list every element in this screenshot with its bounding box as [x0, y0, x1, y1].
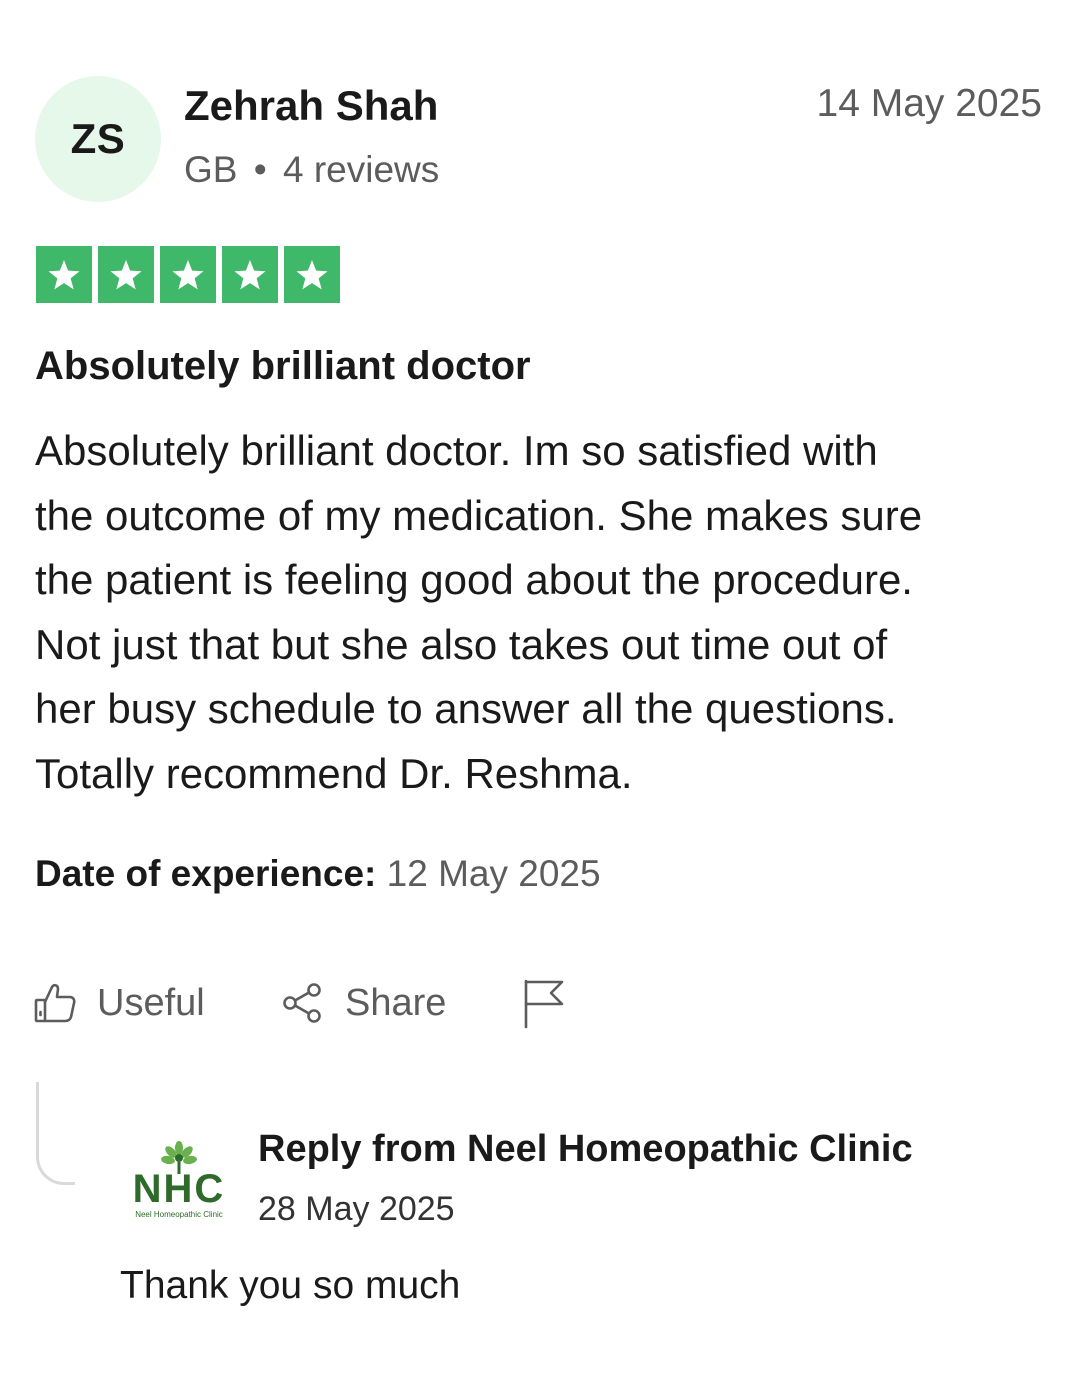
- thumbs-up-icon: [33, 981, 77, 1025]
- star-icon: [160, 246, 216, 303]
- reviewer-country: GB: [184, 149, 238, 190]
- reply-date: 28 May 2025: [258, 1190, 455, 1228]
- company-logo: NHC Neel Homeopathic Clinic: [120, 1138, 238, 1222]
- useful-label: Useful: [97, 981, 205, 1024]
- review-body: Absolutely brilliant doctor. Im so satis…: [35, 419, 1045, 806]
- report-button[interactable]: [521, 975, 565, 1031]
- review-actions: Useful Share: [33, 975, 593, 1031]
- share-button[interactable]: Share: [281, 975, 446, 1031]
- logo-letters: NHC: [133, 1167, 226, 1211]
- review-body-line: her busy schedule to answer all the ques…: [35, 685, 897, 732]
- review-body-line: Absolutely brilliant doctor. Im so satis…: [35, 427, 878, 474]
- review-body-line: Not just that but she also takes out tim…: [35, 620, 888, 668]
- meta-separator: •: [253, 149, 267, 190]
- star-rating: [36, 246, 340, 303]
- useful-button[interactable]: Useful: [33, 975, 205, 1031]
- star-icon: [222, 246, 278, 303]
- star-icon: [284, 246, 340, 303]
- flag-icon: [521, 977, 565, 1029]
- review-body-line: the outcome of my medication. She makes …: [35, 491, 923, 539]
- review-body-line: Totally recommend Dr. Reshma.: [35, 749, 633, 797]
- reviewer-review-count: 4 reviews: [283, 149, 440, 190]
- star-icon: [36, 246, 92, 303]
- reviewer-meta: GB • 4 reviews: [184, 149, 439, 191]
- share-icon: [281, 981, 325, 1025]
- avatar-initials: ZS: [70, 115, 126, 162]
- star-icon: [98, 246, 154, 303]
- avatar[interactable]: ZS: [35, 76, 161, 202]
- review-title: Absolutely brilliant doctor: [35, 344, 531, 388]
- review-card: ZS Zehrah Shah GB • 4 reviews 14 May 202…: [0, 0, 1080, 1385]
- review-body-line: the patient is feeling good about the pr…: [35, 556, 913, 603]
- reply-title: Reply from Neel Homeopathic Clinic: [258, 1128, 913, 1170]
- reply-body: Thank you so much: [120, 1264, 461, 1307]
- share-label: Share: [345, 981, 447, 1024]
- reply-connector: [36, 1082, 75, 1185]
- date-of-experience: Date of experience: 12 May 2025: [35, 853, 601, 895]
- reviewer-name[interactable]: Zehrah Shah: [184, 82, 438, 130]
- experience-date: 12 May 2025: [386, 853, 601, 894]
- logo-subtext: Neel Homeopathic Clinic: [135, 1210, 223, 1219]
- experience-label: Date of experience:: [35, 853, 377, 894]
- review-date: 14 May 2025: [816, 82, 1043, 125]
